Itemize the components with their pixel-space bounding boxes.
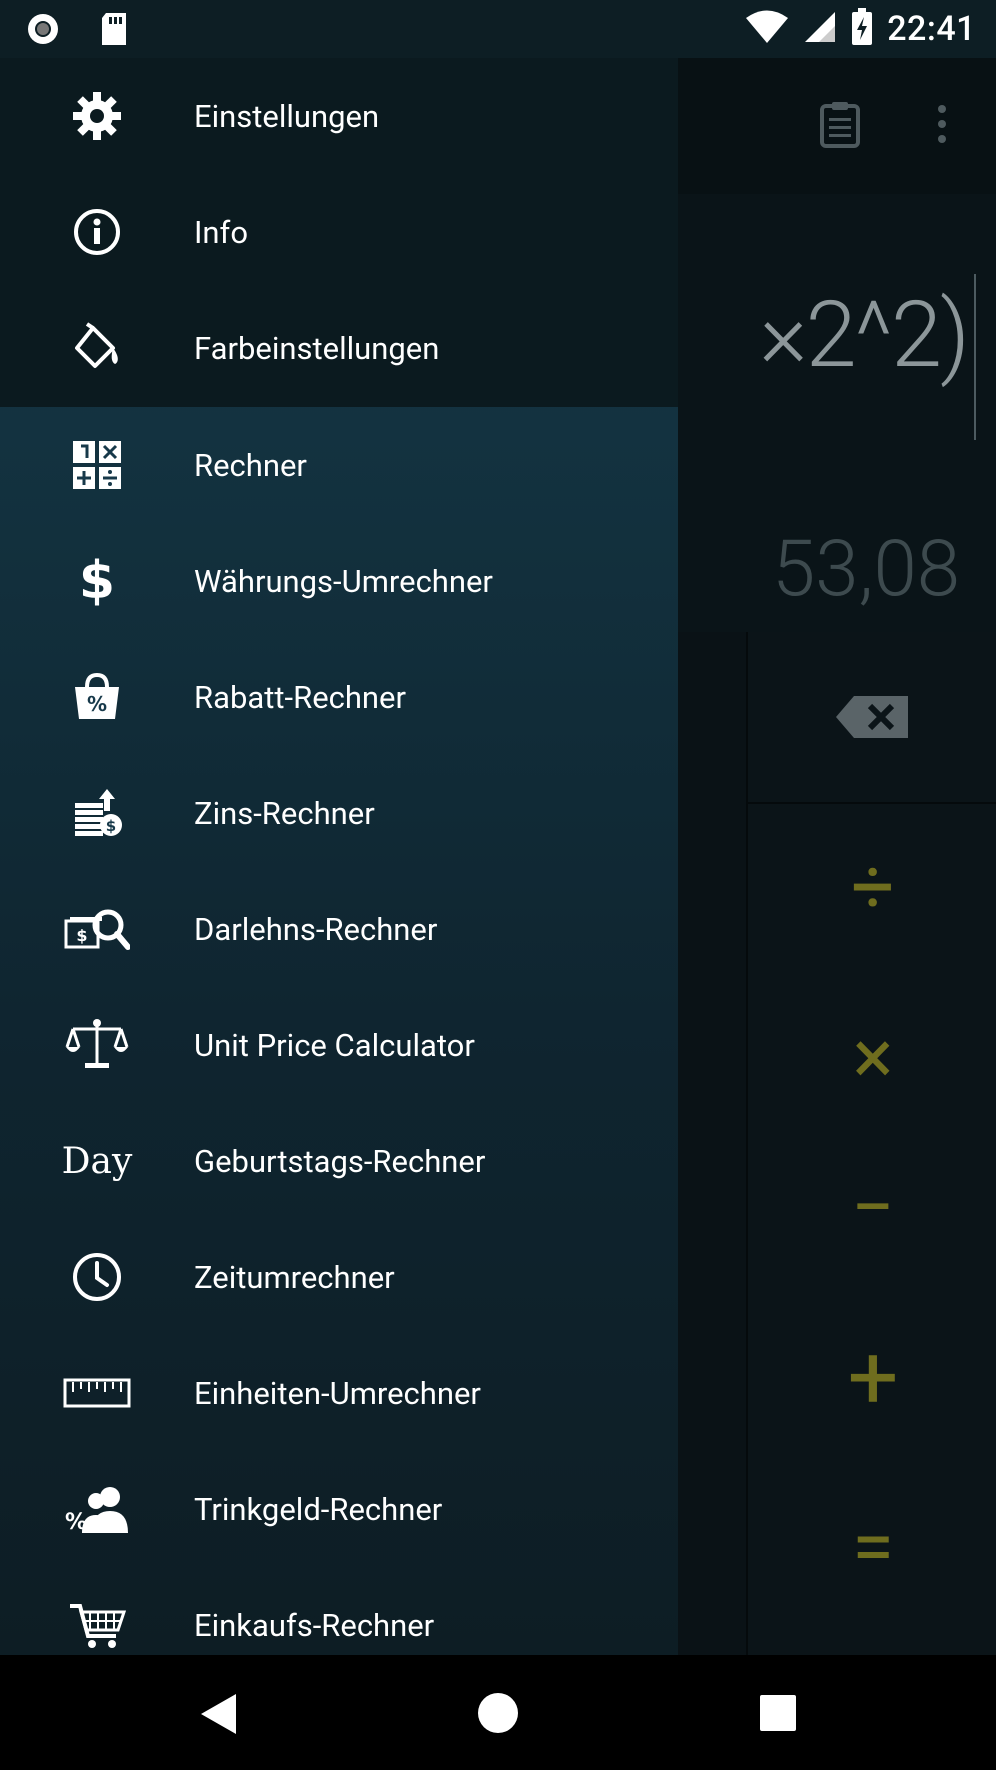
info-icon bbox=[57, 192, 137, 272]
shopping-cart-icon bbox=[57, 1585, 137, 1655]
calculator-icon bbox=[57, 425, 137, 505]
drawer-item-label: Einstellungen bbox=[194, 97, 380, 135]
home-icon[interactable] bbox=[478, 1693, 518, 1737]
drawer-item-label: Einkaufs-Rechner bbox=[194, 1606, 435, 1644]
day-icon: Day bbox=[61, 1140, 133, 1182]
backspace-button[interactable] bbox=[748, 632, 996, 804]
discount-bag-icon: % bbox=[57, 657, 137, 737]
drawer-item-label: Info bbox=[194, 213, 249, 251]
recents-icon[interactable] bbox=[760, 1695, 796, 1735]
svg-text:%: % bbox=[87, 692, 107, 716]
drawer-item-label: Trinkgeld-Rechner bbox=[194, 1490, 443, 1528]
divide-button[interactable]: ÷ bbox=[748, 802, 996, 972]
drawer-item-farbeinstellungen[interactable]: Farbeinstellungen bbox=[0, 290, 678, 406]
paint-bucket-icon bbox=[57, 308, 137, 388]
drawer-item-waehrungs-umrechner[interactable]: $ Währungs-Umrechner bbox=[0, 523, 678, 639]
back-icon[interactable] bbox=[198, 1692, 238, 1740]
gear-icon bbox=[57, 76, 137, 156]
signal-icon bbox=[803, 10, 837, 48]
wifi-icon bbox=[745, 9, 789, 49]
svg-text:$: $ bbox=[106, 817, 116, 835]
multiply-button[interactable]: × bbox=[748, 972, 996, 1142]
sd-card-icon bbox=[100, 12, 128, 50]
record-icon bbox=[26, 12, 60, 50]
result-value: 53,08 bbox=[771, 524, 960, 615]
drawer-item-label: Rabatt-Rechner bbox=[194, 678, 406, 716]
equals-button[interactable]: = bbox=[748, 1462, 996, 1632]
svg-text:%: % bbox=[65, 1510, 87, 1535]
drawer-item-label: Darlehns-Rechner bbox=[194, 910, 438, 948]
operator-column: ÷ × − + = bbox=[746, 632, 996, 1655]
clock-icon bbox=[57, 1237, 137, 1317]
status-bar: 22:41 bbox=[0, 0, 996, 58]
drawer-item-geburtstags-rechner[interactable]: Day Geburtstags-Rechner bbox=[0, 1103, 678, 1219]
drawer-item-trinkgeld-rechner[interactable]: % Trinkgeld-Rechner bbox=[0, 1451, 678, 1567]
balance-scale-icon bbox=[57, 1005, 137, 1085]
drawer-item-einheiten-umrechner[interactable]: Einheiten-Umrechner bbox=[0, 1335, 678, 1451]
clipboard-icon[interactable] bbox=[816, 100, 864, 152]
drawer-item-zins-rechner[interactable]: $ Zins-Rechner bbox=[0, 755, 678, 871]
text-cursor bbox=[974, 274, 976, 440]
drawer-item-unit-price-calculator[interactable]: Unit Price Calculator bbox=[0, 987, 678, 1103]
drawer-item-label: Rechner bbox=[194, 446, 307, 484]
minus-button[interactable]: − bbox=[748, 1122, 996, 1292]
ruler-icon bbox=[57, 1353, 137, 1433]
interest-coins-icon: $ bbox=[57, 773, 137, 853]
drawer-settings-section: Einstellungen Info Farbeinstellungen bbox=[0, 58, 678, 407]
drawer-item-zeitumrechner[interactable]: Zeitumrechner bbox=[0, 1219, 678, 1335]
drawer-item-label: Zeitumrechner bbox=[194, 1258, 395, 1296]
svg-text:$: $ bbox=[76, 926, 87, 945]
dollar-icon: $ bbox=[78, 551, 116, 611]
drawer-item-info[interactable]: Info bbox=[0, 174, 678, 290]
drawer-item-label: Farbeinstellungen bbox=[194, 329, 440, 367]
drawer-item-einkaufs-rechner[interactable]: Einkaufs-Rechner bbox=[0, 1567, 678, 1655]
status-clock: 22:41 bbox=[887, 9, 976, 49]
drawer-item-label: Einheiten-Umrechner bbox=[194, 1374, 481, 1412]
tip-people-icon: % bbox=[57, 1469, 137, 1549]
overflow-menu-icon[interactable] bbox=[936, 104, 948, 148]
drawer-item-darlehns-rechner[interactable]: $ Darlehns-Rechner bbox=[0, 871, 678, 987]
drawer-item-label: Währungs-Umrechner bbox=[194, 562, 493, 600]
navigation-drawer: Einstellungen Info Farbeinstellungen Rec… bbox=[0, 58, 678, 1655]
plus-button[interactable]: + bbox=[748, 1292, 996, 1462]
system-nav-bar bbox=[0, 1655, 996, 1770]
loan-search-icon: $ bbox=[57, 889, 137, 969]
drawer-item-label: Zins-Rechner bbox=[194, 794, 375, 832]
drawer-item-einstellungen[interactable]: Einstellungen bbox=[0, 58, 678, 174]
drawer-item-rechner[interactable]: Rechner bbox=[0, 407, 678, 523]
drawer-item-label: Geburtstags-Rechner bbox=[194, 1142, 486, 1180]
drawer-item-label: Unit Price Calculator bbox=[194, 1026, 475, 1064]
drawer-item-rabatt-rechner[interactable]: % Rabatt-Rechner bbox=[0, 639, 678, 755]
battery-charging-icon bbox=[851, 8, 873, 50]
expression-field[interactable]: ×2^2) bbox=[759, 282, 970, 389]
